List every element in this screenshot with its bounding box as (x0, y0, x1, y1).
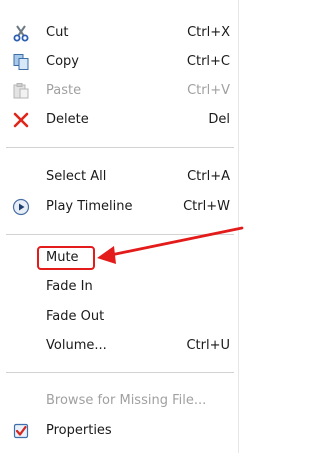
menu-item-delete[interactable]: Delete Del (0, 109, 238, 131)
properties-icon (12, 422, 30, 440)
menu-item-label: Fade In (46, 279, 93, 294)
menu-item-label: Select All (46, 169, 107, 184)
menu-item-properties[interactable]: Properties (0, 420, 238, 442)
menu-item-label: Properties (46, 423, 112, 438)
menu-item-fade-out[interactable]: Fade Out (0, 306, 238, 328)
menu-item-shortcut: Ctrl+A (187, 169, 230, 184)
menu-item-shortcut: Ctrl+W (183, 199, 230, 214)
menu-item-label: Cut (46, 25, 69, 40)
menu-separator (6, 234, 234, 235)
play-icon (12, 198, 30, 216)
menu-item-label: Paste (46, 83, 82, 98)
menu-item-shortcut: Ctrl+X (187, 25, 230, 40)
menu-item-shortcut: Ctrl+C (186, 54, 230, 69)
menu-item-label: Delete (46, 112, 89, 127)
menu-separator (6, 372, 234, 373)
menu-item-shortcut: Ctrl+V (187, 83, 230, 98)
menu-item-browse-missing-file: Browse for Missing File... (0, 390, 238, 412)
menu-item-label: Browse for Missing File... (46, 393, 207, 408)
menu-item-volume[interactable]: Volume... Ctrl+U (0, 335, 238, 357)
menu-item-copy[interactable]: Copy Ctrl+C (0, 51, 238, 73)
context-menu: Cut Ctrl+X Copy Ctrl+C Paste Ctrl+V Dele… (0, 0, 239, 453)
menu-separator (6, 147, 234, 148)
menu-item-label: Volume... (46, 338, 107, 353)
menu-item-label: Copy (46, 54, 79, 69)
paste-icon (12, 82, 30, 100)
menu-item-paste: Paste Ctrl+V (0, 80, 238, 102)
menu-item-shortcut: Ctrl+U (186, 338, 230, 353)
menu-item-label: Play Timeline (46, 199, 133, 214)
menu-item-cut[interactable]: Cut Ctrl+X (0, 22, 238, 44)
menu-item-mute[interactable]: Mute (0, 247, 238, 269)
annotation-highlight-box (37, 246, 95, 270)
scissors-icon (12, 24, 30, 42)
delete-icon (12, 111, 30, 129)
menu-item-shortcut: Del (208, 112, 230, 127)
menu-item-select-all[interactable]: Select All Ctrl+A (0, 166, 238, 188)
menu-item-play-timeline[interactable]: Play Timeline Ctrl+W (0, 196, 238, 218)
menu-item-label: Fade Out (46, 309, 105, 324)
copy-icon (12, 53, 30, 71)
menu-item-fade-in[interactable]: Fade In (0, 276, 238, 298)
